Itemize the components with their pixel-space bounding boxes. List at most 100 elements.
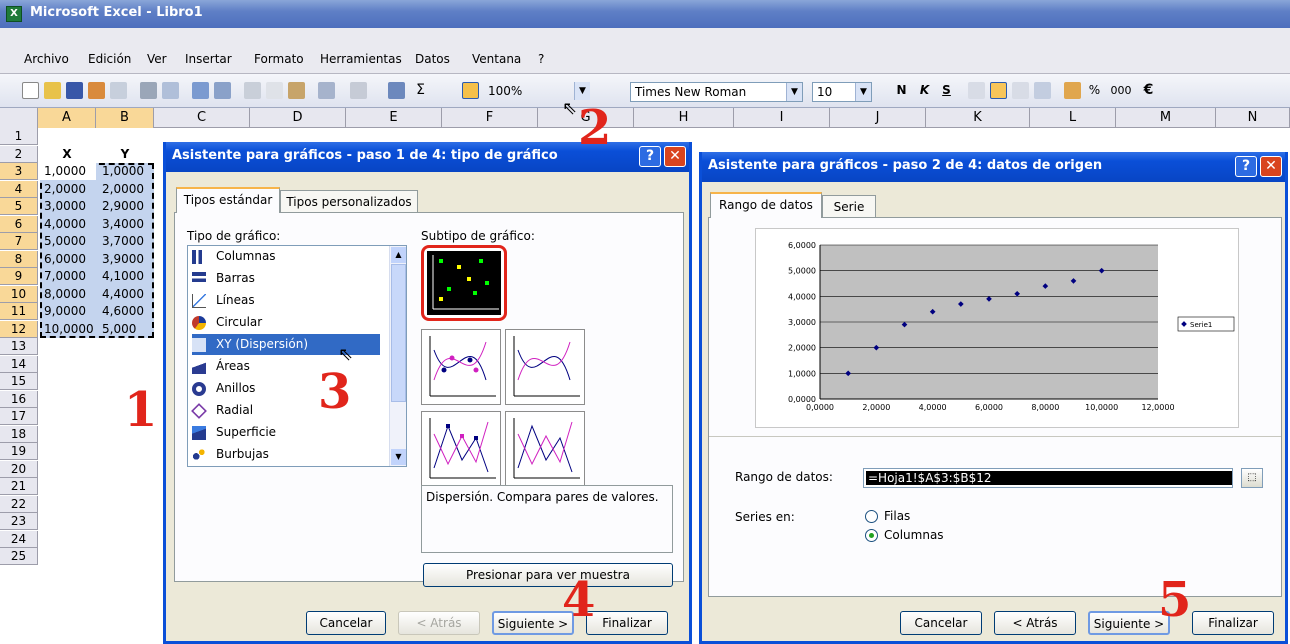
row-header[interactable]: 9 <box>0 268 38 285</box>
column-header[interactable]: E <box>346 108 442 128</box>
column-header[interactable]: I <box>734 108 830 128</box>
row-header[interactable]: 16 <box>0 391 38 408</box>
column-header[interactable]: J <box>830 108 926 128</box>
table-cell[interactable]: 5,000 <box>98 321 154 338</box>
preview-icon[interactable] <box>162 82 179 99</box>
menu-ver[interactable]: Ver <box>147 52 167 66</box>
row-header[interactable]: 17 <box>0 408 38 425</box>
row-header[interactable]: 13 <box>0 338 38 355</box>
cancel-button[interactable]: Cancelar <box>306 611 386 635</box>
italic-button[interactable]: K <box>916 82 933 99</box>
font-dropdown-icon[interactable]: ▼ <box>786 83 802 101</box>
menu-formato[interactable]: Formato <box>254 52 304 66</box>
email-icon[interactable] <box>110 82 127 99</box>
column-header[interactable]: F <box>442 108 538 128</box>
row-header[interactable]: 4 <box>0 181 38 198</box>
list-item[interactable]: Circular <box>192 312 386 333</box>
row-header[interactable]: 6 <box>0 216 38 233</box>
table-cell[interactable]: 3,7000 <box>98 233 154 250</box>
merge-center-icon[interactable] <box>1034 82 1051 99</box>
align-right-icon[interactable] <box>1012 82 1029 99</box>
thousands-button[interactable]: 000 <box>1108 82 1134 99</box>
table-cell[interactable]: 2,0000 <box>40 181 96 198</box>
align-left-icon[interactable] <box>968 82 985 99</box>
redo-icon[interactable] <box>350 82 367 99</box>
row-header[interactable]: 18 <box>0 426 38 443</box>
cell-header[interactable]: Y <box>96 146 154 163</box>
table-cell[interactable]: 1,0000 <box>40 163 96 180</box>
table-cell[interactable]: 8,0000 <box>40 286 96 303</box>
undo-icon[interactable] <box>318 82 335 99</box>
list-item[interactable]: Superficie <box>192 422 386 443</box>
list-scrollbar[interactable]: ▲ ▼ <box>389 246 406 466</box>
chart-wizard-icon[interactable] <box>462 82 479 99</box>
list-item[interactable]: Columnas <box>192 246 386 267</box>
close-icon[interactable]: ✕ <box>1260 156 1282 177</box>
column-header[interactable]: N <box>1216 108 1290 128</box>
row-header[interactable]: 23 <box>0 513 38 530</box>
row-header[interactable]: 20 <box>0 461 38 478</box>
menu-insertar[interactable]: Insertar <box>185 52 232 66</box>
scroll-thumb[interactable] <box>391 264 406 402</box>
row-header[interactable]: 5 <box>0 198 38 215</box>
subtype-lines[interactable] <box>505 411 585 487</box>
list-item[interactable]: Áreas <box>192 356 386 377</box>
subtype-lines-markers[interactable] <box>421 411 501 487</box>
tab-serie[interactable]: Serie <box>822 195 876 219</box>
table-cell[interactable]: 2,0000 <box>98 181 154 198</box>
radio-columnas-label[interactable]: Columnas <box>884 528 944 542</box>
table-cell[interactable]: 4,0000 <box>40 216 96 233</box>
font-size-dropdown-icon[interactable]: ▼ <box>855 83 871 101</box>
tab-tipos-personalizados[interactable]: Tipos personalizados <box>280 190 418 214</box>
row-header[interactable]: 14 <box>0 356 38 373</box>
menu-archivo[interactable]: Archivo <box>24 52 69 66</box>
menu-datos[interactable]: Datos <box>415 52 450 66</box>
column-header[interactable]: K <box>926 108 1030 128</box>
table-cell[interactable]: 3,0000 <box>40 198 96 215</box>
bold-button[interactable]: N <box>893 82 910 99</box>
finish-button[interactable]: Finalizar <box>586 611 668 635</box>
close-icon[interactable]: ✕ <box>664 146 686 167</box>
cut-icon[interactable] <box>244 82 261 99</box>
row-header[interactable]: 10 <box>0 286 38 303</box>
percent-button[interactable]: % <box>1086 82 1103 99</box>
row-header[interactable]: 2 <box>0 146 38 163</box>
permission-icon[interactable] <box>88 82 105 99</box>
table-cell[interactable]: 4,6000 <box>98 303 154 320</box>
menu-ventana[interactable]: Ventana <box>472 52 521 66</box>
help-icon[interactable]: ? <box>1235 156 1257 177</box>
column-header[interactable]: H <box>634 108 734 128</box>
table-cell[interactable]: 4,1000 <box>98 268 154 285</box>
table-cell[interactable]: 4,4000 <box>98 286 154 303</box>
row-header[interactable]: 19 <box>0 443 38 460</box>
scroll-down-icon[interactable]: ▼ <box>391 449 406 465</box>
scroll-up-icon[interactable]: ▲ <box>391 247 406 263</box>
table-cell[interactable]: 9,0000 <box>40 303 96 320</box>
tab-tipos-estandar[interactable]: Tipos estándar <box>176 187 280 213</box>
select-all[interactable] <box>0 108 38 128</box>
print-icon[interactable] <box>140 82 157 99</box>
spelling-icon[interactable] <box>192 82 209 99</box>
back-button[interactable]: < Atrás <box>398 611 480 635</box>
list-item[interactable]: Anillos <box>192 378 386 399</box>
row-header[interactable]: 1 <box>0 128 38 145</box>
help-icon[interactable]: ? <box>639 146 661 167</box>
radio-filas[interactable] <box>865 510 878 523</box>
preview-button[interactable]: Presionar para ver muestra <box>423 563 673 587</box>
table-cell[interactable]: 10,0000 <box>40 321 96 338</box>
chart-type-list[interactable]: Columnas Barras Líneas Circular XY (Disp… <box>187 245 407 467</box>
open-icon[interactable] <box>44 82 61 99</box>
row-header[interactable]: 8 <box>0 251 38 268</box>
format-painter-icon[interactable] <box>288 82 305 99</box>
column-header[interactable]: B <box>96 108 154 128</box>
copy-icon[interactable] <box>266 82 283 99</box>
table-cell[interactable]: 5,0000 <box>40 233 96 250</box>
cell-header[interactable]: X <box>38 146 96 163</box>
column-header[interactable]: A <box>38 108 96 128</box>
table-cell[interactable]: 6,0000 <box>40 251 96 268</box>
align-center-icon[interactable] <box>990 82 1007 99</box>
tab-rango-datos[interactable]: Rango de datos <box>710 192 822 218</box>
new-icon[interactable] <box>22 82 39 99</box>
subtype-scatter-markers[interactable] <box>421 245 507 321</box>
table-cell[interactable]: 7,0000 <box>40 268 96 285</box>
